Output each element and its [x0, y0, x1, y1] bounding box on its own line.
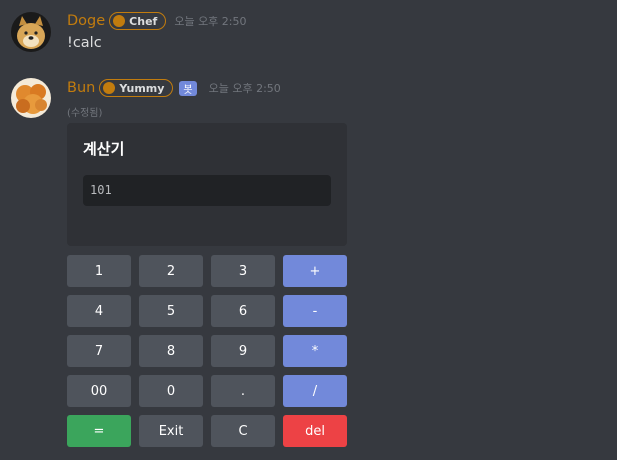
calc-button[interactable]: 1	[67, 255, 131, 287]
calc-button[interactable]: C	[211, 415, 275, 447]
timestamp: 오늘 오후 2:50	[174, 15, 247, 28]
role-label: Yummy	[119, 81, 165, 95]
timestamp: 오늘 오후 2:50	[208, 82, 281, 95]
calc-button[interactable]: 9	[211, 335, 275, 367]
chat-area: Doge Chef 오늘 오후 2:50 !calc Bun Yummy 봇 오…	[0, 0, 617, 460]
role-dot-icon	[103, 82, 116, 94]
calc-button[interactable]: 0	[139, 375, 203, 407]
role-dot-icon	[113, 15, 126, 27]
calc-button[interactable]: Exit	[139, 415, 203, 447]
calc-button[interactable]: 6	[211, 295, 275, 327]
calc-button[interactable]: .	[211, 375, 275, 407]
edited-label: (수정됨)	[67, 108, 103, 119]
calc-button[interactable]: =	[67, 415, 131, 447]
calculator-embed: 계산기 101	[67, 123, 347, 246]
calc-button[interactable]: 2	[139, 255, 203, 287]
calc-button[interactable]: 3	[211, 255, 275, 287]
embed-title: 계산기	[83, 140, 125, 158]
calc-button[interactable]: /	[283, 375, 347, 407]
calc-button[interactable]: del	[283, 415, 347, 447]
message-content: !calc	[67, 35, 102, 51]
role-badge[interactable]: Chef	[109, 12, 167, 30]
calc-button[interactable]: 4	[67, 295, 131, 327]
bot-tag: 봇	[179, 80, 197, 96]
role-label: Chef	[129, 14, 158, 28]
role-badge[interactable]: Yummy	[99, 79, 174, 97]
calc-button[interactable]: 5	[139, 295, 203, 327]
bun-food-avatar[interactable]	[11, 78, 51, 118]
doge-avatar[interactable]	[11, 12, 51, 52]
calc-button[interactable]: 8	[139, 335, 203, 367]
message-header: Bun Yummy 봇 오늘 오후 2:50	[67, 77, 281, 99]
calc-button[interactable]: 00	[67, 375, 131, 407]
calculator-buttons: 1 2 3 + 4 5 6 - 7 8 9 * 00 0 . / = Exit …	[67, 255, 347, 447]
message-header: Doge Chef 오늘 오후 2:50	[67, 10, 247, 32]
calc-button[interactable]: -	[283, 295, 347, 327]
calc-button[interactable]: 7	[67, 335, 131, 367]
username[interactable]: Doge	[67, 13, 105, 29]
calculator-display: 101	[83, 175, 331, 206]
username[interactable]: Bun	[67, 80, 95, 96]
calc-button[interactable]: +	[283, 255, 347, 287]
calc-button[interactable]: *	[283, 335, 347, 367]
